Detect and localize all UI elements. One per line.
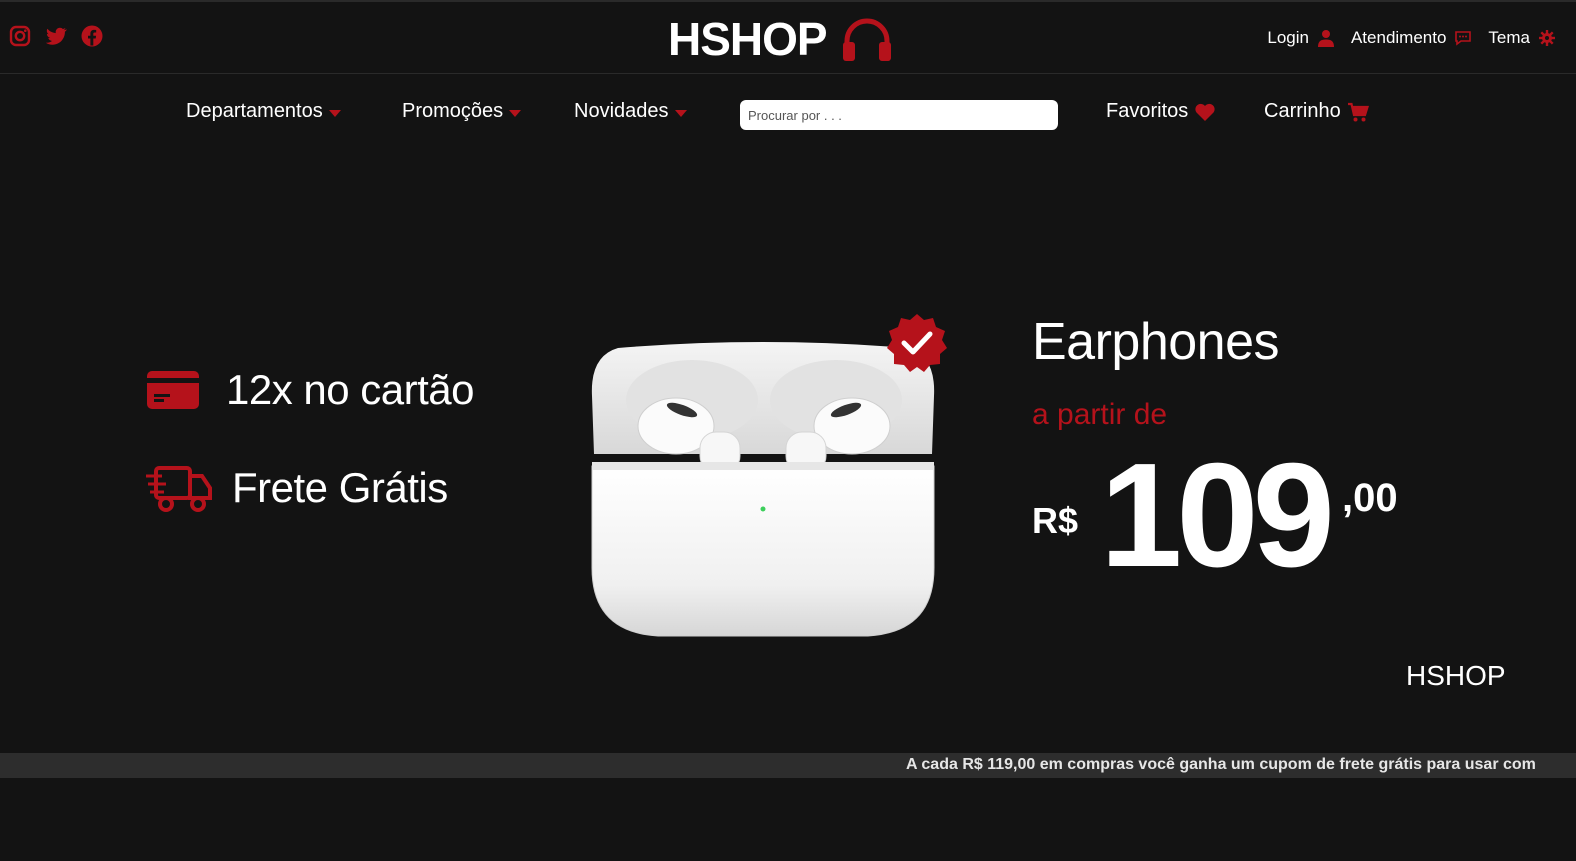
feature-installments: 12x no cartão — [146, 366, 475, 414]
logo[interactable]: HSHOP — [668, 12, 893, 66]
login-label: Login — [1267, 28, 1309, 47]
headphones-icon — [842, 18, 891, 61]
main-nav: Departamentos Promoções Novidades Favori… — [0, 96, 1576, 132]
top-bar: HSHOP Login Atendimento Tema — [0, 0, 1576, 74]
feature-free-shipping-text: Frete Grátis — [232, 464, 448, 511]
chevron-down-icon — [328, 109, 341, 117]
product-title: Earphones — [1032, 313, 1280, 371]
chevron-down-icon — [509, 109, 522, 117]
cart-link[interactable]: Carrinho — [1264, 100, 1369, 123]
gear-icon — [1539, 30, 1555, 46]
chevron-down-icon — [674, 109, 687, 117]
nav-promocoes-label: Promoções — [402, 100, 504, 122]
feature-installments-text: 12x no cartão — [226, 366, 475, 413]
top-links: Login Atendimento Tema — [1267, 28, 1556, 48]
social-links — [8, 24, 104, 48]
truck-icon — [146, 466, 212, 512]
nav-novidades-label: Novidades — [574, 100, 669, 122]
price-cents: ,00 — [1342, 476, 1398, 520]
search-input[interactable] — [740, 100, 1058, 130]
facebook-icon[interactable] — [80, 24, 104, 48]
user-icon — [1317, 30, 1334, 47]
chat-icon — [1455, 31, 1472, 46]
heart-icon — [1195, 103, 1215, 121]
price-currency: R$ — [1032, 500, 1079, 541]
twitter-icon[interactable] — [44, 24, 68, 48]
credit-card-icon — [147, 371, 199, 409]
nav-departamentos-label: Departamentos — [186, 100, 323, 122]
tema-label: Tema — [1488, 28, 1530, 47]
favorites-label: Favoritos — [1106, 100, 1189, 122]
cart-label: Carrinho — [1264, 100, 1341, 122]
product-image[interactable] — [588, 336, 938, 646]
verified-badge-icon — [887, 314, 947, 372]
feature-free-shipping: Frete Grátis — [146, 462, 448, 514]
price-prefix: a partir de — [1032, 398, 1168, 431]
nav-departamentos[interactable]: Departamentos — [186, 100, 341, 123]
instagram-icon[interactable] — [8, 24, 32, 48]
nav-novidades[interactable]: Novidades — [574, 100, 687, 123]
atendimento-link[interactable]: Atendimento — [1351, 28, 1472, 48]
login-link[interactable]: Login — [1267, 28, 1335, 48]
logo-text: HSHOP — [668, 13, 828, 65]
tema-link[interactable]: Tema — [1488, 28, 1556, 48]
favorites-link[interactable]: Favoritos — [1106, 100, 1216, 123]
price-value: 109 — [1100, 433, 1335, 598]
promo-ticker: A cada R$ 119,00 em compras você ganha u… — [0, 753, 1576, 778]
promo-ticker-text: A cada R$ 119,00 em compras você ganha u… — [906, 756, 1536, 773]
cart-icon — [1347, 102, 1369, 121]
hero-brand: HSHOP — [1406, 660, 1506, 691]
nav-promocoes[interactable]: Promoções — [402, 100, 522, 123]
atendimento-label: Atendimento — [1350, 28, 1447, 47]
